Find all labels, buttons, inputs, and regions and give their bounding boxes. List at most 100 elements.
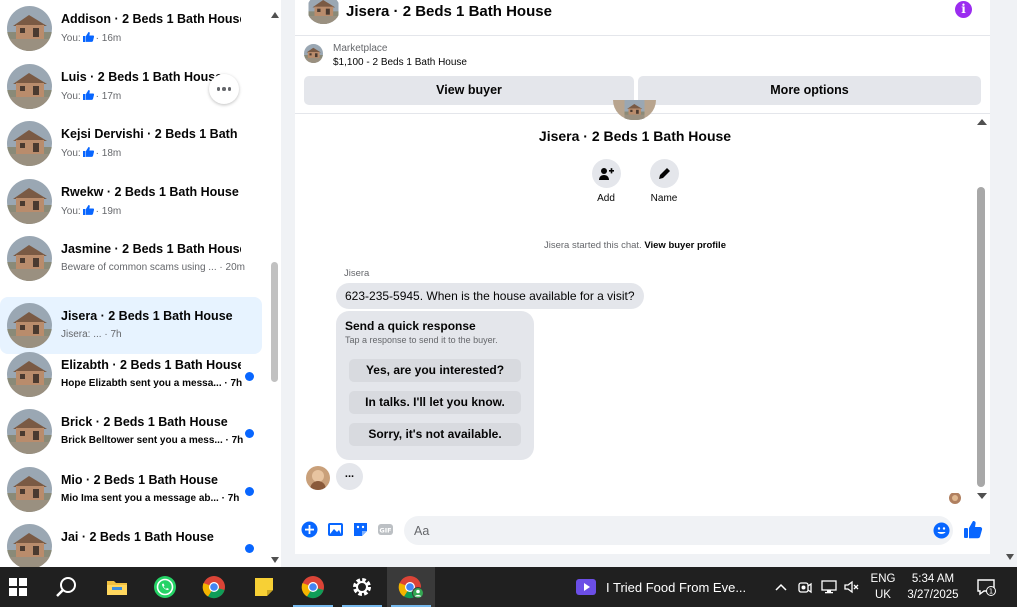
conversation-item[interactable]: Elizabth · 2 Beds 1 Bath House Hope Eliza… [0,352,262,409]
conversation-preview: You: · 19m [61,205,121,217]
name-label: Name [650,193,678,204]
preview-prefix: You: [61,33,81,44]
preview-time: · 19m [95,206,122,217]
conversation-item[interactable]: Brick · 2 Beds 1 Bath House Brick Belltow… [0,409,262,466]
clock-time: 5:34 AM [911,573,955,585]
meet-now-icon[interactable] [796,567,814,607]
unread-dot [245,487,254,496]
conversation-item[interactable]: Rwekw · 2 Beds 1 Bath House You: · 19m [0,179,262,236]
pencil-icon[interactable] [649,159,679,188]
thumbs-up-icon[interactable] [963,520,983,539]
chevron-up-icon[interactable] [772,567,790,607]
conversation-preview: You: · 16m [61,32,121,44]
info-icon[interactable]: i [955,1,972,18]
listing-thumbnail[interactable] [307,0,340,24]
chat-scrollbar[interactable] [975,114,990,504]
add-person-icon[interactable] [591,159,621,188]
video-title: I Tried Food From Eve... [606,579,747,595]
view-buyer-profile-link[interactable]: View buyer profile [644,240,726,251]
listing-price: $1,100 - 2 Beds 1 Bath House [333,57,467,68]
conversation-item[interactable]: Mio · 2 Beds 1 Bath House Mio Ima sent yo… [0,467,262,524]
chrome-profile-icon[interactable] [387,567,435,607]
conversation-title: Jisera · 2 Beds 1 Bath House [538,128,732,144]
page-scrollbar[interactable] [1004,0,1017,567]
listing-thumbnail [7,121,52,166]
volume-muted-icon[interactable] [843,567,861,607]
conversation-item[interactable]: Jai · 2 Beds 1 Bath House [0,524,262,567]
unread-dot [245,429,254,438]
sticky-notes-icon[interactable] [240,567,288,607]
scrollbar-thumb[interactable] [271,262,278,382]
settings-gear-icon[interactable] [338,567,386,607]
conversation-name: Luis · 2 Beds 1 Bath House [61,70,223,84]
plus-icon[interactable] [301,521,318,538]
video-window[interactable]: I Tried Food From Eve... [576,567,756,607]
add-label: Add [597,193,615,204]
quick-response-subtitle: Tap a response to send it to the buyer. [345,335,498,345]
more-options-button[interactable]: More options [638,76,981,105]
clock[interactable]: 5:34 AM 3/27/2025 [905,567,961,607]
gif-icon[interactable]: GIF [377,521,394,538]
conversation-name: Elizabth · 2 Beds 1 Bath House [61,358,241,372]
add-action[interactable]: Add [578,159,634,204]
unread-dot [245,544,254,553]
sender-name: Jisera [344,268,370,279]
conversation-name: Jisera · 2 Beds 1 Bath House [61,309,233,323]
conversation-item[interactable]: Jisera · 2 Beds 1 Bath House Jisera: ... … [0,297,262,354]
message-composer[interactable] [404,516,953,545]
scroll-up-arrow-icon[interactable] [977,119,987,125]
conversation-item[interactable]: Luis · 2 Beds 1 Bath House You: · 17m [0,64,262,121]
conversation-preview: You: · 17m [61,90,121,102]
system-text: Jisera started this chat. [544,240,642,251]
conversation-item[interactable]: Kejsi Dervishi · 2 Beds 1 Bath H... You: ·… [0,121,262,178]
scroll-down-arrow-icon[interactable] [1006,554,1014,560]
language-indicator[interactable]: ENG UK [868,567,898,607]
listing-thumbnail [7,6,52,51]
listing-thumbnail [7,236,52,281]
more-options-icon[interactable] [209,74,239,104]
conversation-name: Jasmine · 2 Beds 1 Bath House [61,242,241,256]
chrome-icon[interactable] [190,567,238,607]
quick-response-button[interactable]: In talks. I'll let you know. [349,391,521,414]
conversation-name: Kejsi Dervishi · 2 Beds 1 Bath H... [61,127,241,141]
message-bubble[interactable]: 623-235-5945. When is the house availabl… [336,283,644,309]
scroll-down-arrow-icon[interactable] [271,557,279,563]
quick-response-title: Send a quick response [345,319,476,333]
thumbs-up-icon [82,205,94,215]
conversation-name: Mio · 2 Beds 1 Bath House [61,473,218,487]
notification-icon[interactable]: 1 [974,567,998,607]
conversation-item[interactable]: Addison · 2 Beds 1 Bath House You: · 16m [0,6,262,63]
video-player-icon [576,579,596,595]
quick-response-button[interactable]: Sorry, it's not available. [349,423,521,446]
conversation-list-scrollbar[interactable] [269,0,281,567]
language-code: ENG [870,573,896,585]
chrome-icon[interactable] [289,567,337,607]
conversation-list: Addison · 2 Beds 1 Bath House You: · 16m Lu… [0,0,281,567]
chat-header-title[interactable]: Jisera · 2 Beds 1 Bath House [346,3,552,20]
file-explorer-icon[interactable] [93,567,141,607]
view-buyer-button[interactable]: View buyer [304,76,634,105]
taskbar: I Tried Food From Eve... ENG UK 5:34 AM … [0,567,1017,607]
thumbs-up-icon [82,32,94,42]
network-icon[interactable] [819,567,839,607]
sticker-icon[interactable] [352,521,369,538]
name-action[interactable]: Name [636,159,692,204]
sender-avatar[interactable] [306,466,330,490]
scroll-up-arrow-icon[interactable] [271,12,279,18]
conversation-name: Rwekw · 2 Beds 1 Bath House [61,185,239,199]
conversation-name: Brick · 2 Beds 1 Bath House [61,415,228,429]
windows-start-icon[interactable] [0,567,42,607]
scroll-down-arrow-icon[interactable] [977,493,987,499]
message-input[interactable] [414,516,924,545]
search-icon[interactable] [42,567,90,607]
whatsapp-icon[interactable] [141,567,189,607]
scrollbar-thumb[interactable] [977,187,985,487]
conversation-name: Jai · 2 Beds 1 Bath House [61,530,214,544]
quick-response-button[interactable]: Yes, are you interested? [349,359,521,382]
photo-icon[interactable] [327,521,344,538]
marketplace-label: Marketplace [333,43,388,54]
emoji-icon[interactable] [933,522,950,539]
conversation-item[interactable]: Jasmine · 2 Beds 1 Bath House Beware of c… [0,236,262,293]
listing-thumbnail [7,64,52,109]
conversation-preview: Brick Belltower sent you a mess... · 7h [61,435,244,446]
